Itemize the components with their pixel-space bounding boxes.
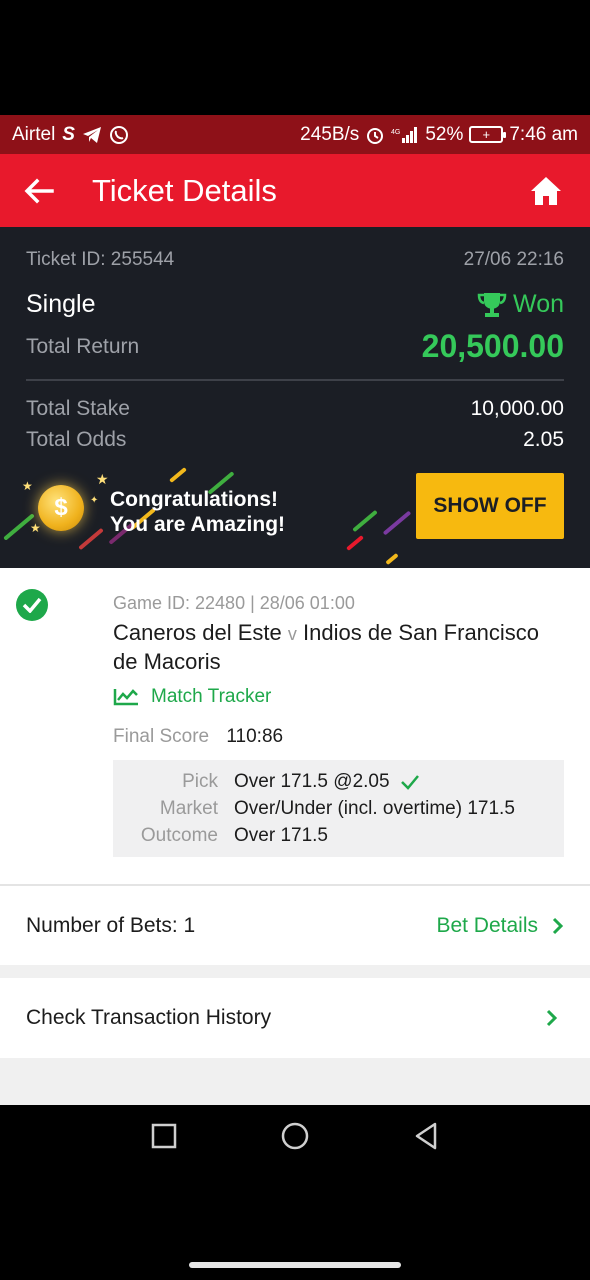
chevron-right-icon (552, 917, 564, 934)
transaction-history-label: Check Transaction History (26, 1006, 272, 1029)
sparkle-icon: ★ (30, 521, 41, 535)
final-score-label: Final Score (113, 726, 210, 747)
match-tracker-label: Match Tracker (151, 686, 272, 707)
outcome-label: Outcome (140, 825, 218, 846)
total-odds-value: 2.05 (523, 428, 564, 451)
carrier-name: Airtel (12, 123, 56, 145)
bets-row: Number of Bets: 1 Bet Details (0, 886, 590, 965)
chart-line-icon (113, 689, 138, 706)
versus: v (287, 624, 297, 644)
back-nav-button[interactable] (411, 1121, 441, 1151)
final-score: Final Score 110:86 (113, 726, 283, 748)
show-off-button[interactable]: SHOW OFF (416, 473, 564, 539)
total-return-value: 20,500.00 (421, 328, 564, 364)
bet-type: Single (26, 290, 96, 318)
home-nav-button[interactable] (280, 1121, 310, 1151)
total-stake-value: 10,000.00 (470, 397, 564, 420)
transaction-history-row[interactable]: Check Transaction History (0, 978, 590, 1058)
status-badge: Won (477, 290, 564, 319)
decor-streak (382, 510, 412, 536)
battery-percent: 52% (425, 123, 464, 145)
pick-value: Over 171.5 @2.05 (234, 771, 390, 792)
page-title: Ticket Details (92, 172, 277, 208)
total-return-label: Total Return (26, 334, 140, 358)
sparkle-icon: ★ (96, 471, 109, 487)
won-check-icon (16, 589, 48, 621)
coin-icon: $ (38, 485, 84, 531)
outcome-value: Over 171.5 (234, 825, 328, 846)
decor-streak (169, 467, 187, 483)
home-button[interactable] (526, 171, 566, 211)
trophy-icon (477, 292, 507, 317)
network-speed: 245B/s (300, 123, 360, 145)
market-value: Over/Under (incl. overtime) 171.5 (234, 798, 515, 819)
chevron-right-icon (546, 1009, 558, 1027)
arrow-left-icon (24, 178, 54, 203)
status-bar: Airtel S 245B/s 4G 52% + 7:46 am (0, 115, 590, 154)
pick-label: Pick (182, 771, 218, 792)
battery-icon: + (469, 126, 507, 143)
match-teams: Caneros del Este v Indios de San Francis… (113, 619, 563, 675)
sparkle-icon: ✦ (90, 495, 99, 506)
recent-apps-button[interactable] (149, 1121, 179, 1151)
ticket-content: Game ID: 22480 | 28/06 01:00 Caneros del… (0, 568, 590, 1105)
ticket-date: 27/06 22:16 (463, 249, 564, 270)
total-odds-label: Total Odds (26, 428, 127, 451)
bet-details-label: Bet Details (436, 913, 538, 937)
ticket-summary: Ticket ID: 255544 27/06 22:16 Single Won… (0, 227, 590, 568)
congrats-text: Congratulations! You are Amazing! (110, 487, 285, 537)
bet-details-link[interactable]: Bet Details (436, 914, 564, 938)
system-nav-bar (0, 1105, 590, 1280)
congrats-line-1: Congratulations! (110, 488, 278, 511)
decor-streak (352, 509, 378, 533)
game-id: Game ID: 22480 | 28/06 01:00 (113, 593, 355, 613)
alarm-icon (365, 125, 385, 145)
match-tracker-link[interactable]: Match Tracker (113, 686, 271, 708)
decor-streak (346, 535, 364, 551)
back-button[interactable] (24, 171, 64, 211)
final-score-value: 110:86 (226, 726, 284, 747)
decor-streak (385, 552, 399, 566)
whatsapp-icon (109, 125, 129, 145)
gesture-home-bar[interactable] (189, 1262, 401, 1268)
home-team: Caneros del Este (113, 620, 282, 645)
checkmark-icon (400, 775, 419, 790)
home-icon (531, 176, 561, 205)
sparkle-icon: ★ (22, 479, 33, 493)
divider (26, 379, 564, 381)
congrats-banner: ★ ★ ★ ✦ $ Congratulations! You are Amazi… (0, 465, 590, 568)
decor-streak (78, 527, 104, 551)
ticket-id: Ticket ID: 255544 (26, 249, 175, 270)
market-label: Market (159, 798, 218, 819)
total-stake-label: Total Stake (26, 397, 130, 420)
game-card: Game ID: 22480 | 28/06 01:00 Caneros del… (0, 568, 590, 884)
bets-count: Number of Bets: 1 (26, 913, 196, 937)
congrats-line-2: You are Amazing! (110, 513, 286, 536)
clock: 7:46 am (509, 123, 578, 145)
svg-text:4G: 4G (391, 129, 400, 136)
signal-icon: 4G (391, 126, 419, 144)
app-bar: Ticket Details (0, 154, 590, 227)
pick-details: Pick Over 171.5 @2.05 Market Over/Under … (113, 760, 564, 857)
screen: Airtel S 245B/s 4G 52% + 7:46 am Ticket … (0, 0, 590, 1280)
status-text: Won (513, 290, 564, 318)
telegram-icon (82, 126, 102, 144)
sportybet-icon: S (62, 123, 75, 145)
